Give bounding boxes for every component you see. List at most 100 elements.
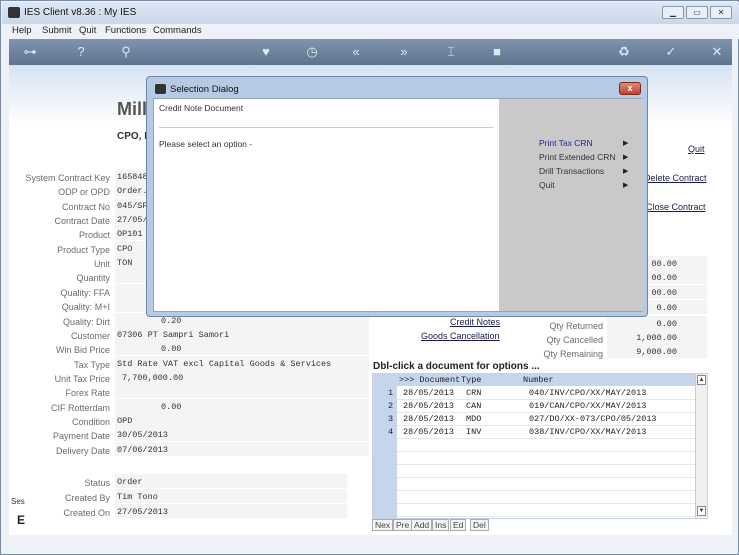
dialog-option[interactable]: Quit [539,180,555,190]
menu-help[interactable]: Help [12,25,32,36]
field-value[interactable]: 7,700,000.00 [122,373,183,383]
nav-button-ins[interactable]: Ins [432,519,450,531]
dialog-subtitle: Credit Note Document [159,103,244,113]
heart-icon[interactable]: ♥ [255,44,277,60]
field-value[interactable]: 07306 PT Sampri Samori [117,330,229,340]
field-value[interactable]: 0.00 [161,344,181,354]
field-label: Contract No [61,202,110,212]
delete-contract-link[interactable]: Delete Contract [644,173,707,183]
field-label: ODP or OPD [58,187,110,197]
field-value[interactable]: TON [117,258,132,268]
close-contract-link[interactable]: Close Contract [646,202,706,212]
dialog-close-button[interactable]: x [619,82,641,95]
grid-header-number: Number [523,375,554,385]
chevron-right-icon: ▶ [623,154,629,161]
field-label: CIF Rotterdam [50,403,110,413]
row-type: INV [466,427,482,437]
field-label: Product Type [57,245,110,255]
menu-commands[interactable]: Commands [153,25,202,36]
table-row[interactable]: 2 28/05/2013 CAN 019/CAN/CPO/XX/MAY/2013 [373,400,695,413]
dialog-divider [159,127,493,128]
nav-button-nex[interactable]: Nex [372,519,394,531]
grid-row-line [397,490,695,491]
help-icon[interactable]: ? [70,44,92,60]
field-label: Quality: M+I [61,302,110,312]
menu-functions[interactable]: Functions [105,25,146,36]
table-row[interactable]: 1 28/05/2013 CRN 040/INV/CPO/XX/MAY/2013 [373,387,695,400]
scroll-down-icon[interactable]: ▼ [697,506,706,516]
company-name: Mill [117,99,147,119]
table-row[interactable]: 4 28/05/2013 INV 038/INV/CPO/XX/MAY/2013 [373,426,695,439]
clock-icon[interactable]: ◷ [301,44,323,60]
field-value[interactable]: Std Rate VAT excl Capital Goods & Servic… [117,359,331,369]
row-number-value: 038/INV/CPO/XX/MAY/2013 [529,427,647,437]
quantity-value: 9,000.00 [636,347,677,357]
dialog-body: Credit Note Document Please select an op… [153,98,643,312]
nav-button-add[interactable]: Add [411,519,433,531]
goods-cancellation-link[interactable]: Goods Cancellation [421,331,500,341]
field-value[interactable]: OPD [117,416,132,426]
status-value: Order [117,477,143,487]
grid-scrollbar[interactable]: ▲ ▼ [695,374,707,518]
menu-quit[interactable]: Quit [79,25,96,36]
forward-icon[interactable]: » [393,44,415,60]
search-icon[interactable]: ⚲ [115,44,137,60]
key-icon[interactable]: ⊶ [19,44,41,60]
app-icon [8,7,20,18]
dialog-title: Selection Dialog [170,84,239,95]
rewind-icon[interactable]: « [345,44,367,60]
check-icon[interactable]: ✓ [660,44,682,60]
row-type: CRN [466,388,482,398]
field-value[interactable]: 0.20 [161,316,181,326]
grid-row-line [397,477,695,478]
field-value[interactable]: 045/SP [117,201,148,211]
row-number: 2 [388,401,394,411]
selection-dialog: Selection Dialog x Credit Note Document … [146,76,648,317]
quit-link[interactable]: Quit [688,144,705,154]
menu-submit[interactable]: Submit [42,25,72,36]
close-icon[interactable]: ✕ [706,44,728,60]
minimize-button[interactable]: ▁ [662,6,684,19]
documents-grid[interactable]: >>> Document Type Number 1 28/05/2013 CRN 0… [372,373,708,519]
dialog-option[interactable]: Print Extended CRN [539,152,616,162]
recycle-icon[interactable]: ♻ [613,44,635,60]
dialog-option[interactable]: Print Tax CRN [539,138,593,148]
grid-header-type: Type [461,375,482,385]
table-row[interactable]: 3 28/05/2013 MDO 027/DO/XX-073/CPO/05/2013 [373,413,695,426]
nav-button-ed[interactable]: Ed [450,519,467,531]
field-value[interactable]: 30/05/2013 [117,430,168,440]
field-value[interactable]: 0.00 [161,402,181,412]
cursor-icon[interactable]: ⌶ [440,44,462,60]
dialog-app-icon [155,84,166,94]
grid-caption: Dbl-click a document for options ... [373,361,540,372]
field-label: Customer [70,331,110,341]
field-value[interactable]: Order. [117,186,148,196]
field-value[interactable]: 07/06/2013 [117,445,168,455]
status-label: Status [84,478,110,488]
credit-notes-link[interactable]: Credit Notes [450,317,500,327]
field-label: Condition [71,417,110,427]
row-number: 1 [388,388,394,398]
dialog-option[interactable]: Drill Transactions [539,166,604,176]
maximize-button[interactable]: ▭ [686,6,708,19]
field-value[interactable]: OP101 [117,229,143,239]
grid-header-document: >>> Document [399,375,461,385]
field-value[interactable]: CPO [117,244,132,254]
row-date: 28/05/2013 [403,427,455,437]
menu-bar: Help Submit Quit Functions Commands [2,24,739,39]
nav-button-pre[interactable]: Pre [393,519,413,531]
field-background [115,474,347,488]
field-label: Contract Date [54,216,110,226]
nav-button-del[interactable]: Del [470,519,489,531]
scroll-up-icon[interactable]: ▲ [697,375,706,385]
field-background [115,399,369,413]
field-value[interactable]: 27/05/ [117,215,148,225]
grid-row-line [397,503,695,504]
close-window-button[interactable]: ✕ [710,6,732,19]
field-label: Forex Rate [65,388,110,398]
row-number: 3 [388,414,394,424]
quantity-label: Qty Cancelled [546,335,603,345]
title-bar: IES Client v8.36 : My IES ▁ ▭ ✕ [2,2,739,24]
dialog-prompt: Please select an option - [159,139,253,149]
square-icon[interactable]: ■ [486,44,508,60]
